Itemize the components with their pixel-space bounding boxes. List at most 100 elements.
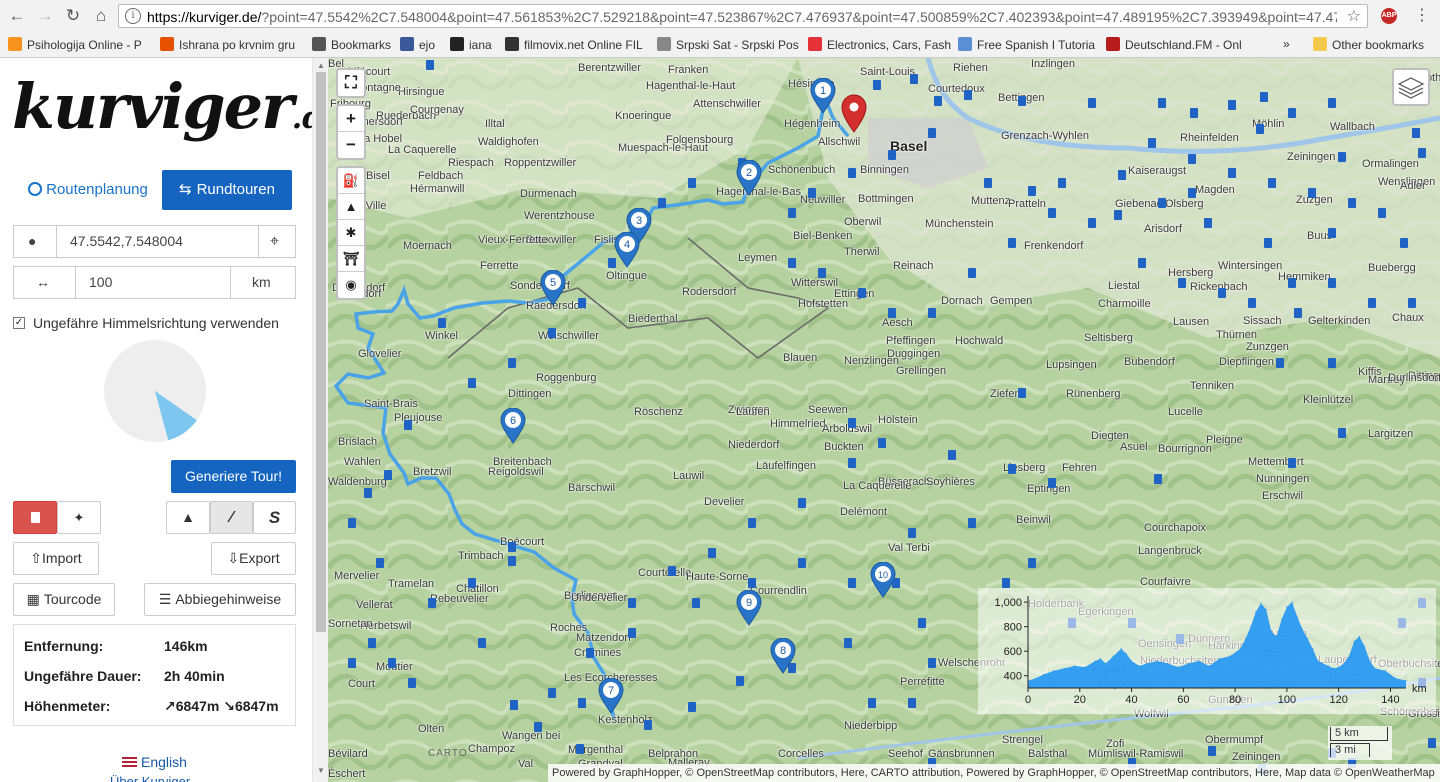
fuel-station-icon[interactable] [508,358,516,368]
fuel-station-icon[interactable] [576,744,584,754]
route-mode-extra-curvy-button[interactable]: S [253,501,296,534]
fuel-station-icon[interactable] [798,498,806,508]
fuel-station-icon[interactable] [928,658,936,668]
fuel-station-icon[interactable] [1248,298,1256,308]
fuel-station-icon[interactable] [1288,278,1296,288]
fuel-station-icon[interactable] [1338,152,1346,162]
fuel-station-icon[interactable] [848,418,856,428]
fuel-station-icon[interactable] [1114,210,1122,220]
scrollbar-thumb[interactable] [316,72,326,632]
back-icon[interactable]: ← [6,5,28,27]
fuel-station-icon[interactable] [1158,98,1166,108]
fuel-station-icon[interactable] [1188,154,1196,164]
bank-icon[interactable]: ⛩ [338,246,364,272]
fuel-station-icon[interactable] [964,90,972,100]
fuel-station-icon[interactable] [1048,208,1056,218]
waypoint-marker-icon[interactable]: 7 [598,678,624,714]
fuel-station-icon[interactable] [428,598,436,608]
info-icon[interactable]: i [125,8,141,24]
fuel-station-icon[interactable] [984,178,992,188]
fuel-station-icon[interactable] [1288,108,1296,118]
fuel-station-icon[interactable] [1218,288,1226,298]
fuel-station-icon[interactable] [1328,278,1336,288]
fuel-station-icon[interactable] [1228,168,1236,178]
fuel-station-icon[interactable] [1188,188,1196,198]
bookmark-item[interactable]: Deutschland.FM - Onl [1106,37,1246,53]
tourcode-button[interactable]: ▦ Tourcode [13,583,115,616]
fuel-station-icon[interactable] [848,168,856,178]
delete-button[interactable] [13,501,57,534]
bookmark-star-icon[interactable]: ☆ [1347,6,1361,26]
reload-icon[interactable]: ↻ [62,5,84,27]
waypoint-marker-icon[interactable]: 1 [810,78,836,114]
generate-tour-button[interactable]: Generiere Tour! [171,460,296,493]
fuel-station-icon[interactable] [1264,238,1272,248]
waypoint-marker-icon[interactable]: 8 [770,638,796,674]
fuel-station-icon[interactable] [968,518,976,528]
import-button[interactable]: ⇧Import [13,542,99,575]
location-input[interactable]: 47.5542,7.548004 [70,226,250,257]
layers-control[interactable] [1392,68,1430,106]
fuel-station-icon[interactable] [468,378,476,388]
fuel-station-icon[interactable] [1018,388,1026,398]
address-bar[interactable]: i https://kurviger.de/?point=47.5542%2C7… [118,4,1368,28]
fuel-station-icon[interactable] [1008,464,1016,474]
fuel-station-icon[interactable] [1118,170,1126,180]
fuel-station-icon[interactable] [548,688,556,698]
language-selector[interactable]: English [122,754,187,770]
fuel-station-icon[interactable] [1138,258,1146,268]
bookmark-item[interactable]: Free Spanish I Tutoria [958,37,1098,53]
share-button[interactable]: ✦ [57,501,101,534]
fuel-station-icon[interactable] [1190,108,1198,118]
browser-menu-icon[interactable]: ⋮ [1414,5,1430,25]
fuel-station-icon[interactable] [1028,186,1036,196]
fuel-station-icon[interactable] [1088,218,1096,228]
fuel-station-icon[interactable] [1018,96,1026,106]
fuel-station-icon[interactable] [404,420,412,430]
waypoint-marker-icon[interactable]: 4 [614,232,640,268]
crosshair-icon[interactable]: ⌖ [270,226,290,257]
waypoint-marker-icon[interactable]: 9 [736,590,762,626]
zoom-out-button[interactable]: − [338,132,364,158]
waypoint-marker-icon[interactable]: 10 [870,562,896,598]
fuel-station-icon[interactable] [1288,458,1296,468]
pin-icon[interactable]: ◉ [338,272,364,298]
fuel-station-icon[interactable] [348,518,356,528]
fuel-station-icon[interactable] [508,556,516,566]
fuel-station-icon[interactable] [1208,746,1216,756]
fuel-station-icon[interactable] [1348,198,1356,208]
fuel-station-icon[interactable] [1260,92,1268,102]
route-mode-fastest-button[interactable]: ▲ [166,501,210,534]
bookmark-item[interactable]: Electronics, Cars, Fash [808,37,952,53]
fuel-station-icon[interactable] [688,178,696,188]
fuel-station-icon[interactable] [748,578,756,588]
fuel-station-icon[interactable] [968,268,976,278]
elevation-profile[interactable]: 0 20 40 60 80 100 120 140 400 600 800 1,000 km [978,588,1436,714]
fuel-station-icon[interactable] [1158,198,1166,208]
fuel-station-icon[interactable] [468,578,476,588]
start-marker-icon[interactable] [840,94,868,134]
fuel-station-icon[interactable] [918,618,926,628]
fuel-station-icon[interactable] [1204,218,1212,228]
bookmarks-overflow-icon[interactable]: » [1283,37,1297,53]
fuel-station-icon[interactable] [928,128,936,138]
fuel-station-icon[interactable] [1408,298,1416,308]
fullscreen-icon[interactable]: ⛶ [338,70,364,96]
fuel-station-icon[interactable] [688,702,696,712]
fuel-station-icon[interactable] [1428,738,1436,748]
fuel-station-icon[interactable] [748,518,756,528]
fuel-station-icon[interactable] [1058,178,1066,188]
fuel-station-icon[interactable] [508,542,516,552]
fuel-station-icon[interactable] [478,638,486,648]
bookmark-item[interactable]: Srpski Sat - Srpski Pos [657,37,801,53]
fuel-station-icon[interactable] [928,308,936,318]
fuel-station-icon[interactable] [388,658,396,668]
fuel-station-icon[interactable] [798,558,806,568]
fuel-station-icon[interactable] [578,298,586,308]
fuel-station-icon[interactable] [510,700,518,710]
fuel-station-icon[interactable] [692,598,700,608]
adblock-extension-icon[interactable]: ABP [1381,8,1397,24]
fuel-station-icon[interactable] [1048,478,1056,488]
fuel-station-icon[interactable] [1328,98,1336,108]
fuel-station-icon[interactable] [908,528,916,538]
